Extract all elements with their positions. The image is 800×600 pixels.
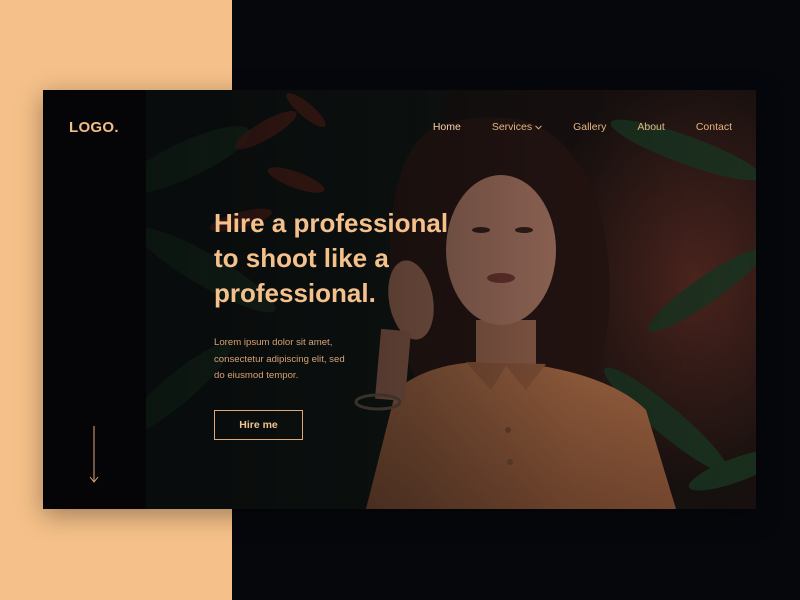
main-nav: Home Services Gallery About Contact	[402, 121, 732, 133]
website-mockup-card: LOGO. Home Services Gallery About Contac…	[43, 90, 756, 509]
headline-line: Hire a professional	[214, 208, 449, 238]
subtext-line: do eiusmod tempor.	[214, 370, 299, 381]
nav-item-home[interactable]: Home	[433, 121, 461, 133]
nav-item-label: Gallery	[573, 121, 607, 133]
subtext-line: Lorem ipsum dolor sit amet,	[214, 337, 333, 348]
nav-item-about[interactable]: About	[637, 121, 664, 133]
hire-me-button[interactable]: Hire me	[214, 410, 303, 440]
nav-item-gallery[interactable]: Gallery	[573, 121, 606, 133]
nav-item-label: Services	[491, 121, 533, 133]
hero-subtext: Lorem ipsum dolor sit amet, consectetur …	[214, 335, 394, 385]
hero-section: Home Services Gallery About Contact Hire…	[146, 90, 756, 509]
nav-item-services[interactable]: Services	[492, 121, 542, 133]
subtext-line: consectetur adipiscing elit, sed	[214, 353, 345, 365]
arrow-down-icon[interactable]	[88, 426, 100, 484]
nav-item-label: Contact	[695, 121, 732, 133]
headline-line: to shoot like a	[214, 243, 389, 273]
nav-item-label: About	[637, 121, 665, 133]
nav-item-label: Home	[432, 121, 461, 133]
hero-headline: Hire a professional to shoot like a prof…	[214, 206, 514, 311]
logo[interactable]: LOGO.	[69, 119, 119, 136]
chevron-down-icon	[535, 124, 542, 130]
headline-line: professional.	[214, 278, 376, 308]
left-sidebar: LOGO.	[43, 90, 146, 509]
nav-item-contact[interactable]: Contact	[696, 121, 732, 133]
